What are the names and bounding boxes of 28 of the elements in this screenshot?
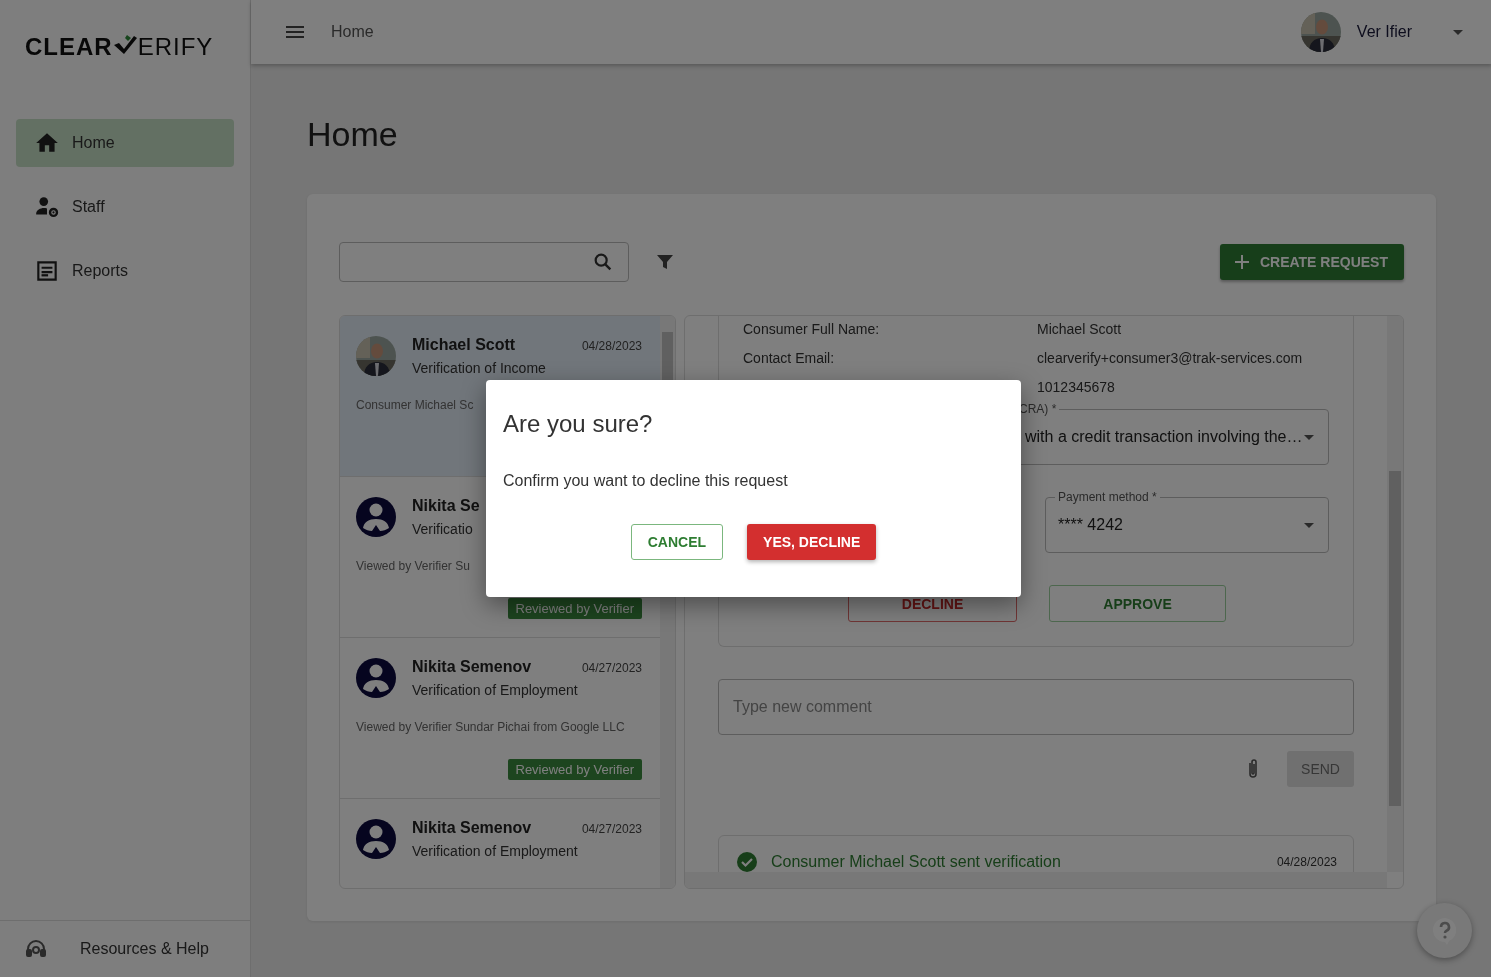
field-value: clearverify+consumer3@trak-services.com — [1037, 349, 1304, 368]
status-badge: Reviewed by Verifier — [507, 598, 642, 619]
page-title: Home — [307, 114, 399, 155]
request-name: Nikita Semenov — [412, 819, 532, 837]
request-name: Nikita Se — [412, 497, 480, 515]
request-name: Nikita Semenov — [412, 658, 532, 676]
field-label: Contact Email: — [743, 349, 836, 368]
breadcrumb: Home — [331, 23, 374, 41]
request-type: Verificatio — [412, 521, 474, 537]
timeline-text: Consumer Michael Scott sent verification — [771, 853, 1062, 871]
request-type: Verification of Income — [412, 360, 547, 376]
request-note: Viewed by Verifier Sundar Pichai from Google LLC — [356, 720, 626, 734]
dialog-title: Are you sure? — [503, 410, 654, 438]
request-date: 04/27/2023 — [581, 822, 642, 836]
field-label: Consumer Full Name: — [743, 320, 881, 339]
request-date: 04/27/2023 — [581, 661, 642, 675]
logo: CLEAR ERIFY — [24, 32, 215, 62]
timeline-date: 04/28/2023 — [1276, 855, 1337, 869]
request-type: Verification of Employment — [412, 682, 579, 698]
request-note: Viewed by Verifier Su — [356, 559, 471, 573]
request-name: Michael Scott — [412, 336, 516, 354]
field-value: 1012345678 — [1037, 378, 1116, 397]
status-badge: Reviewed by Verifier — [507, 759, 642, 780]
request-type: Verification of Employment — [412, 843, 579, 859]
dialog-message: Confirm you want to decline this request — [503, 472, 789, 490]
request-note: Consumer Michael Sc — [356, 398, 475, 412]
field-value: Michael Scott — [1037, 320, 1123, 339]
request-date: 04/28/2023 — [581, 339, 642, 353]
